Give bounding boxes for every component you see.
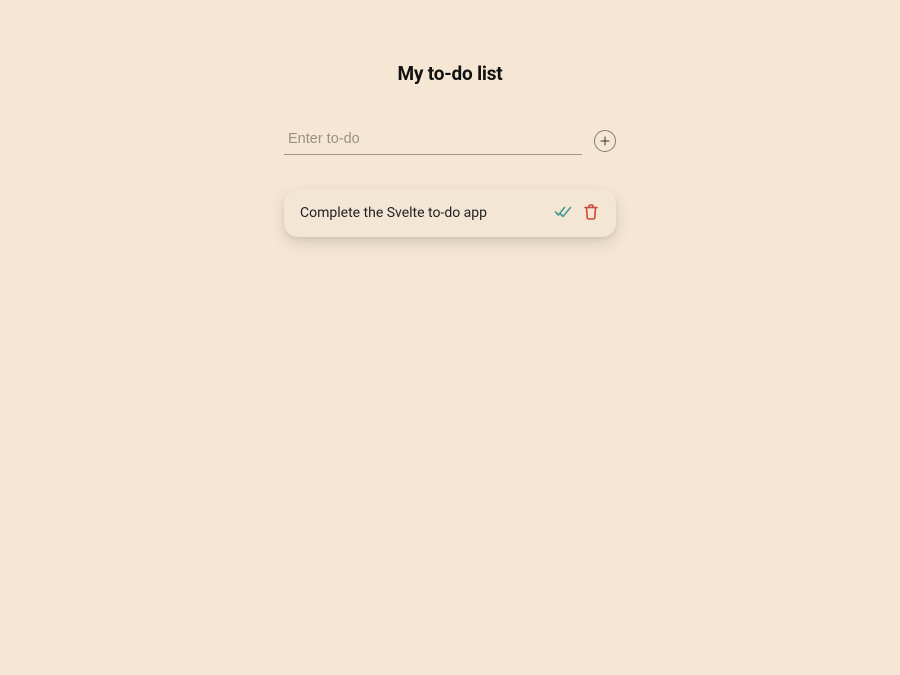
check-icon <box>554 203 572 224</box>
todo-item: Complete the Svelte to-do app <box>284 189 616 237</box>
delete-button[interactable] <box>582 202 600 225</box>
todo-list: Complete the Svelte to-do app <box>284 189 616 237</box>
todo-item-text: Complete the Svelte to-do app <box>300 205 487 221</box>
add-button[interactable] <box>594 130 616 152</box>
plus-icon <box>600 136 610 146</box>
page-title: My to-do list <box>397 62 502 85</box>
todo-item-actions <box>552 201 600 226</box>
trash-icon <box>584 204 598 223</box>
todo-input[interactable] <box>284 127 582 155</box>
input-row <box>284 127 616 155</box>
complete-button[interactable] <box>552 201 574 226</box>
app-container: My to-do list Complete the Svelte to-do … <box>0 0 900 237</box>
